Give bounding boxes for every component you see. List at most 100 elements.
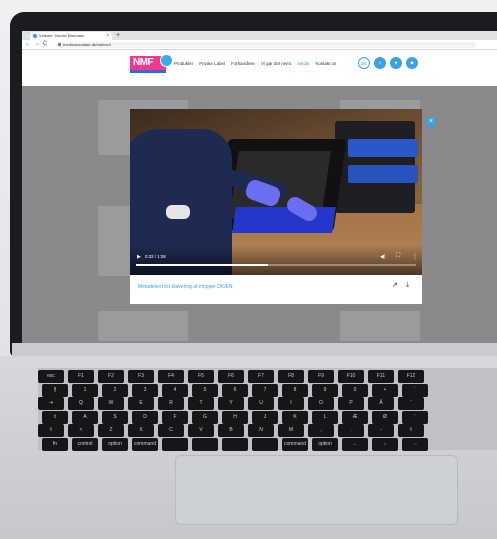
- keyboard-key[interactable]: →: [402, 437, 428, 451]
- keyboard-key[interactable]: F12: [398, 370, 424, 383]
- keyboard-key[interactable]: ⇪: [42, 410, 68, 424]
- more-options-icon[interactable]: ⋮: [412, 253, 418, 260]
- forward-icon[interactable]: →: [34, 40, 40, 49]
- video-caption[interactable]: Metodekort for blavering af mopper DK/EN: [138, 284, 233, 290]
- keyboard-key[interactable]: F10: [338, 370, 364, 383]
- keyboard-key[interactable]: C: [158, 424, 184, 437]
- keyboard-key[interactable]: B: [218, 424, 244, 437]
- keyboard-key[interactable]: G: [192, 410, 218, 424]
- keyboard-key[interactable]: F: [162, 410, 188, 424]
- keyboard-key[interactable]: 0: [342, 383, 368, 397]
- keyboard-key[interactable]: 5: [192, 383, 218, 397]
- user-icon[interactable]: ●: [390, 57, 402, 69]
- keyboard-key[interactable]: 9: [312, 383, 338, 397]
- keyboard-key[interactable]: option: [102, 437, 128, 451]
- keyboard-key[interactable]: R: [158, 397, 184, 410]
- keyboard-key[interactable]: ⇥: [38, 397, 64, 410]
- volume-icon[interactable]: ◀): [380, 254, 386, 260]
- keyboard-key[interactable]: ⇧: [398, 424, 424, 437]
- keyboard-key[interactable]: 2: [102, 383, 128, 397]
- keyboard-key[interactable]: H: [222, 410, 248, 424]
- keyboard-key[interactable]: F11: [368, 370, 394, 383]
- keyboard-key[interactable]: -: [368, 424, 394, 437]
- keyboard-key[interactable]: F4: [158, 370, 184, 383]
- menu-item-forhandlere[interactable]: Forhandlere: [231, 61, 255, 66]
- keyboard-key[interactable]: K: [282, 410, 308, 424]
- keyboard-key[interactable]: [162, 437, 188, 451]
- keyboard-key[interactable]: F3: [128, 370, 154, 383]
- menu-item-produkter[interactable]: Produkter: [174, 61, 193, 66]
- video-player[interactable]: ▶ 0:32 / 1:08 ◀) ⛶ ⋮: [130, 109, 422, 275]
- external-link-icon[interactable]: ↗: [392, 281, 398, 289]
- keyboard-key[interactable]: §: [42, 383, 68, 397]
- keyboard-key[interactable]: ⇧: [38, 424, 64, 437]
- keyboard-key[interactable]: F1: [68, 370, 94, 383]
- keyboard-key[interactable]: ↓: [372, 437, 398, 451]
- language-button[interactable]: DK: [358, 57, 370, 69]
- keyboard-key[interactable]: E: [128, 397, 154, 410]
- keyboard-key[interactable]: ←: [342, 437, 368, 451]
- keyboard-key[interactable]: 6: [222, 383, 248, 397]
- keyboard-key[interactable]: F5: [188, 370, 214, 383]
- close-icon[interactable]: ×: [426, 117, 436, 127]
- keyboard-key[interactable]: Z: [98, 424, 124, 437]
- keyboard-key[interactable]: esc: [38, 370, 64, 383]
- keyboard-key[interactable]: 1: [72, 383, 98, 397]
- reload-icon[interactable]: C: [43, 40, 47, 49]
- keyboard-key[interactable]: A: [72, 410, 98, 424]
- keyboard-key[interactable]: F8: [278, 370, 304, 383]
- keyboard-key[interactable]: U: [248, 397, 274, 410]
- keyboard-key[interactable]: S: [102, 410, 128, 424]
- keyboard-key[interactable]: D: [132, 410, 158, 424]
- search-icon[interactable]: ⌕: [374, 57, 386, 69]
- menu-item-media[interactable]: Media: [297, 61, 309, 66]
- keyboard-key[interactable]: ': [402, 410, 428, 424]
- keyboard-key[interactable]: F6: [218, 370, 244, 383]
- video-progress-bar[interactable]: [136, 264, 416, 266]
- keyboard-key[interactable]: option: [312, 437, 338, 451]
- keyboard-key[interactable]: [252, 437, 278, 451]
- menu-item-private-label[interactable]: Private Label: [199, 61, 225, 66]
- cart-icon[interactable]: ◆: [406, 57, 418, 69]
- close-tab-icon[interactable]: ×: [106, 32, 109, 40]
- keyboard-key[interactable]: L: [312, 410, 338, 424]
- keyboard-key[interactable]: F7: [248, 370, 274, 383]
- keyboard-key[interactable]: command: [132, 437, 158, 451]
- download-icon[interactable]: ⤓: [406, 281, 409, 289]
- keyboard-key[interactable]: command: [282, 437, 308, 451]
- keyboard-key[interactable]: 4: [162, 383, 188, 397]
- keyboard-key[interactable]: Y: [218, 397, 244, 410]
- browser-tab[interactable]: Videoer: Nordic Mountain ×: [30, 32, 112, 40]
- menu-item-kontakt[interactable]: Kontakt os: [315, 61, 336, 66]
- keyboard-key[interactable]: N: [248, 424, 274, 437]
- keyboard-key[interactable]: Å: [368, 397, 394, 410]
- keyboard-key[interactable]: V: [188, 424, 214, 437]
- keyboard-key[interactable]: ´: [402, 383, 428, 397]
- keyboard-key[interactable]: F9: [308, 370, 334, 383]
- keyboard-key[interactable]: fn: [42, 437, 68, 451]
- keyboard-key[interactable]: P: [338, 397, 364, 410]
- keyboard-key[interactable]: O: [308, 397, 334, 410]
- keyboard-key[interactable]: X: [128, 424, 154, 437]
- new-tab-icon[interactable]: +: [116, 31, 120, 40]
- keyboard-key[interactable]: [192, 437, 218, 451]
- keyboard-key[interactable]: +: [372, 383, 398, 397]
- keyboard-key[interactable]: Ø: [372, 410, 398, 424]
- fullscreen-icon[interactable]: ⛶: [396, 253, 400, 260]
- touchpad[interactable]: [175, 455, 458, 525]
- keyboard-key[interactable]: control: [72, 437, 98, 451]
- back-icon[interactable]: ←: [25, 40, 31, 49]
- keyboard-key[interactable]: J: [252, 410, 278, 424]
- keyboard-key[interactable]: 3: [132, 383, 158, 397]
- keyboard-key[interactable]: M: [278, 424, 304, 437]
- keyboard-key[interactable]: <: [68, 424, 94, 437]
- keyboard-key[interactable]: I: [278, 397, 304, 410]
- keyboard-key[interactable]: T: [188, 397, 214, 410]
- keyboard-key[interactable]: Æ: [342, 410, 368, 424]
- keyboard-key[interactable]: W: [98, 397, 124, 410]
- url-field[interactable]: nordicmountain.dk/videoer/: [56, 41, 476, 48]
- keyboard-key[interactable]: Q: [68, 397, 94, 410]
- play-icon[interactable]: ▶: [137, 254, 141, 260]
- keyboard-key[interactable]: ¨: [398, 397, 424, 410]
- keyboard-key[interactable]: F2: [98, 370, 124, 383]
